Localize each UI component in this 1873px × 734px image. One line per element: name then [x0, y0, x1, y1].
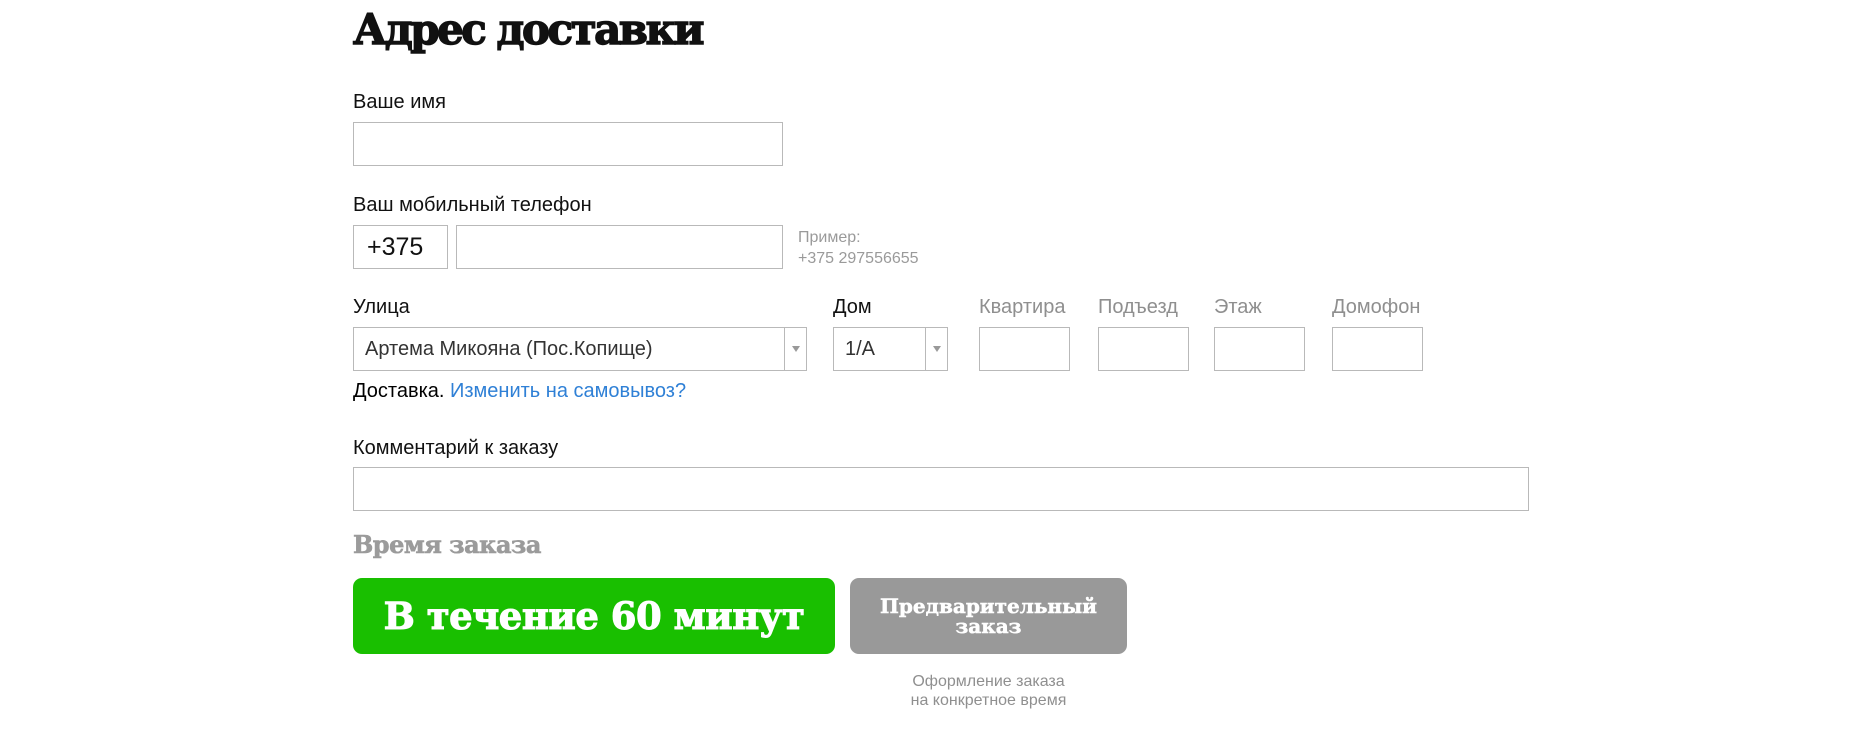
street-select[interactable]: Артема Микояна (Пос.Копище) [353, 327, 807, 371]
street-dropdown-arrow[interactable] [784, 328, 806, 370]
comment-label: Комментарий к заказу [353, 437, 559, 459]
delivery-mode: Доставка. Изменить на самовывоз? [353, 378, 686, 404]
order-time-heading: Время заказа [353, 530, 542, 560]
street-select-value: Артема Микояна (Пос.Копище) [365, 338, 653, 360]
phone-prefix: +375 [353, 225, 448, 269]
house-dropdown-arrow[interactable] [925, 328, 947, 370]
comment-input[interactable] [353, 467, 1529, 511]
preorder-note-line2: на конкретное время [910, 692, 1067, 709]
floor-input[interactable] [1214, 327, 1305, 371]
intercom-label: Домофон [1332, 296, 1421, 318]
delivery-mode-text: Доставка. [353, 380, 445, 402]
entrance-input[interactable] [1098, 327, 1189, 371]
apartment-input[interactable] [979, 327, 1070, 371]
preorder-button[interactable]: Предварительный заказ [850, 578, 1127, 654]
intercom-input[interactable] [1332, 327, 1423, 371]
phone-label: Ваш мобильный телефон [353, 194, 592, 216]
preorder-button-line2: заказ [955, 614, 1022, 638]
chevron-down-icon [792, 346, 800, 352]
entrance-label: Подъезд [1098, 296, 1178, 318]
switch-to-pickup-link[interactable]: Изменить на самовывоз? [450, 380, 686, 402]
phone-hint-example: +375 297556655 [798, 250, 919, 267]
floor-label: Этаж [1214, 296, 1262, 318]
house-select[interactable]: 1/А [833, 327, 948, 371]
street-label: Улица [353, 296, 410, 318]
phone-hint-title: Пример: [798, 229, 861, 246]
page-title: Адрес доставки [352, 4, 705, 54]
asap-order-button[interactable]: В течение 60 минут [353, 578, 835, 654]
phone-input[interactable] [456, 225, 783, 269]
name-input[interactable] [353, 122, 783, 166]
apartment-label: Квартира [979, 296, 1066, 318]
preorder-note: Оформление заказа на конкретное время [850, 672, 1127, 710]
house-label: Дом [833, 296, 872, 318]
name-label: Ваше имя [353, 91, 446, 113]
preorder-note-line1: Оформление заказа [912, 673, 1065, 690]
chevron-down-icon [933, 346, 941, 352]
preorder-button-line1: Предварительный [880, 594, 1097, 618]
delivery-address-form: Адрес доставки Ваше имя Ваш мобильный те… [352, 0, 1533, 734]
house-select-value: 1/А [845, 338, 876, 360]
